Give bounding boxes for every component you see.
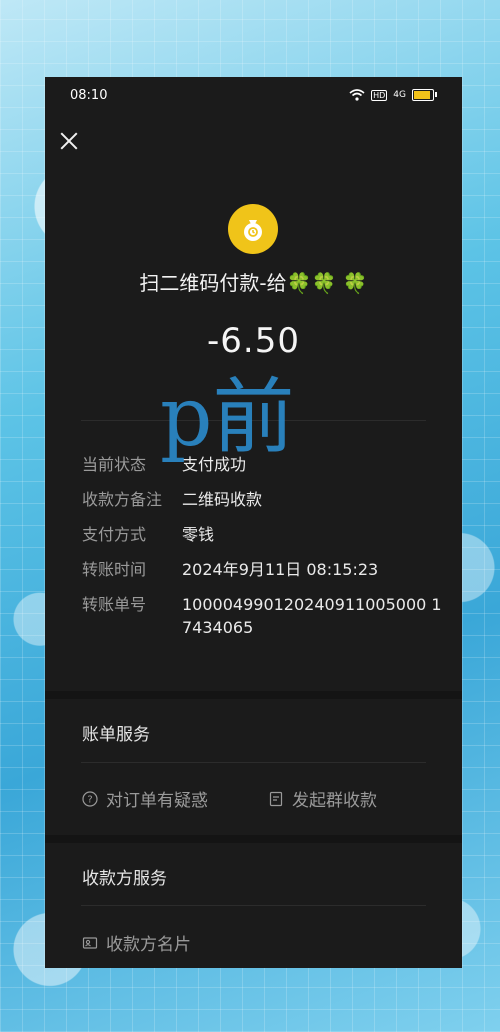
status-icons: HD 4G [349,89,437,101]
receipt-icon [269,791,283,806]
order-question-button[interactable]: ? 对订单有疑惑 [82,786,208,811]
detail-label: 当前状态 [82,455,147,474]
contact-card-icon [82,936,98,949]
detail-label: 支付方式 [82,525,147,544]
watermark-text: p前 [160,370,295,465]
divider [81,905,426,906]
svg-text:?: ? [87,794,92,805]
detail-value: 2024年9月11日 08:15:23 [182,560,379,579]
detail-row-method: 支付方式 零钱 [82,523,442,546]
payee-service-title: 收款方服务 [82,869,167,889]
group-collect-button[interactable]: 发起群收款 [268,786,377,811]
detail-value: 支付成功 [182,455,247,474]
question-icon: ? [82,790,98,807]
money-bag-icon [244,220,262,241]
hd-badge: HD [371,89,388,101]
phone-screen: 08:10 HD 4G 扫二维码付款-给🍀🍀 🍀 -6.50 当前状态 支付成功 [45,77,462,968]
payment-amount: -6.50 [207,321,300,361]
detail-row-status: 当前状态 支付成功 [82,453,442,476]
payee-card-button[interactable]: 收款方名片 [82,930,191,955]
detail-label: 收款方备注 [82,490,163,509]
payment-title: 扫二维码付款-给🍀🍀 🍀 [139,271,368,295]
detail-row-time: 转账时间 2024年9月11日 08:15:23 [82,558,442,581]
signal-icon: 4G [393,90,406,100]
close-button[interactable] [57,129,81,153]
group-collect-label: 发起群收款 [292,791,377,811]
section-separator [45,691,462,699]
payee-card-label: 收款方名片 [106,935,191,955]
details-list: 当前状态 支付成功 收款方备注 二维码收款 支付方式 零钱 转账时间 2024年… [82,453,442,651]
merchant-icon [228,204,278,254]
detail-value: 零钱 [182,525,215,544]
detail-row-remark: 收款方备注 二维码收款 [82,488,442,511]
divider [81,762,426,763]
status-bar: 08:10 HD 4G [45,77,462,113]
order-question-label: 对订单有疑惑 [106,791,208,811]
clock: 08:10 [70,87,108,103]
detail-value: 二维码收款 [182,490,263,509]
divider [81,420,426,421]
detail-value[interactable]: 100004990120240911005000 17434065 [182,593,442,639]
detail-label: 转账时间 [82,560,147,579]
battery-icon [412,89,437,101]
wifi-icon [349,89,365,101]
detail-row-transaction-id: 转账单号 100004990120240911005000 17434065 [82,593,442,639]
bill-service-title: 账单服务 [82,725,150,745]
section-separator [45,835,462,843]
detail-label: 转账单号 [82,595,147,614]
